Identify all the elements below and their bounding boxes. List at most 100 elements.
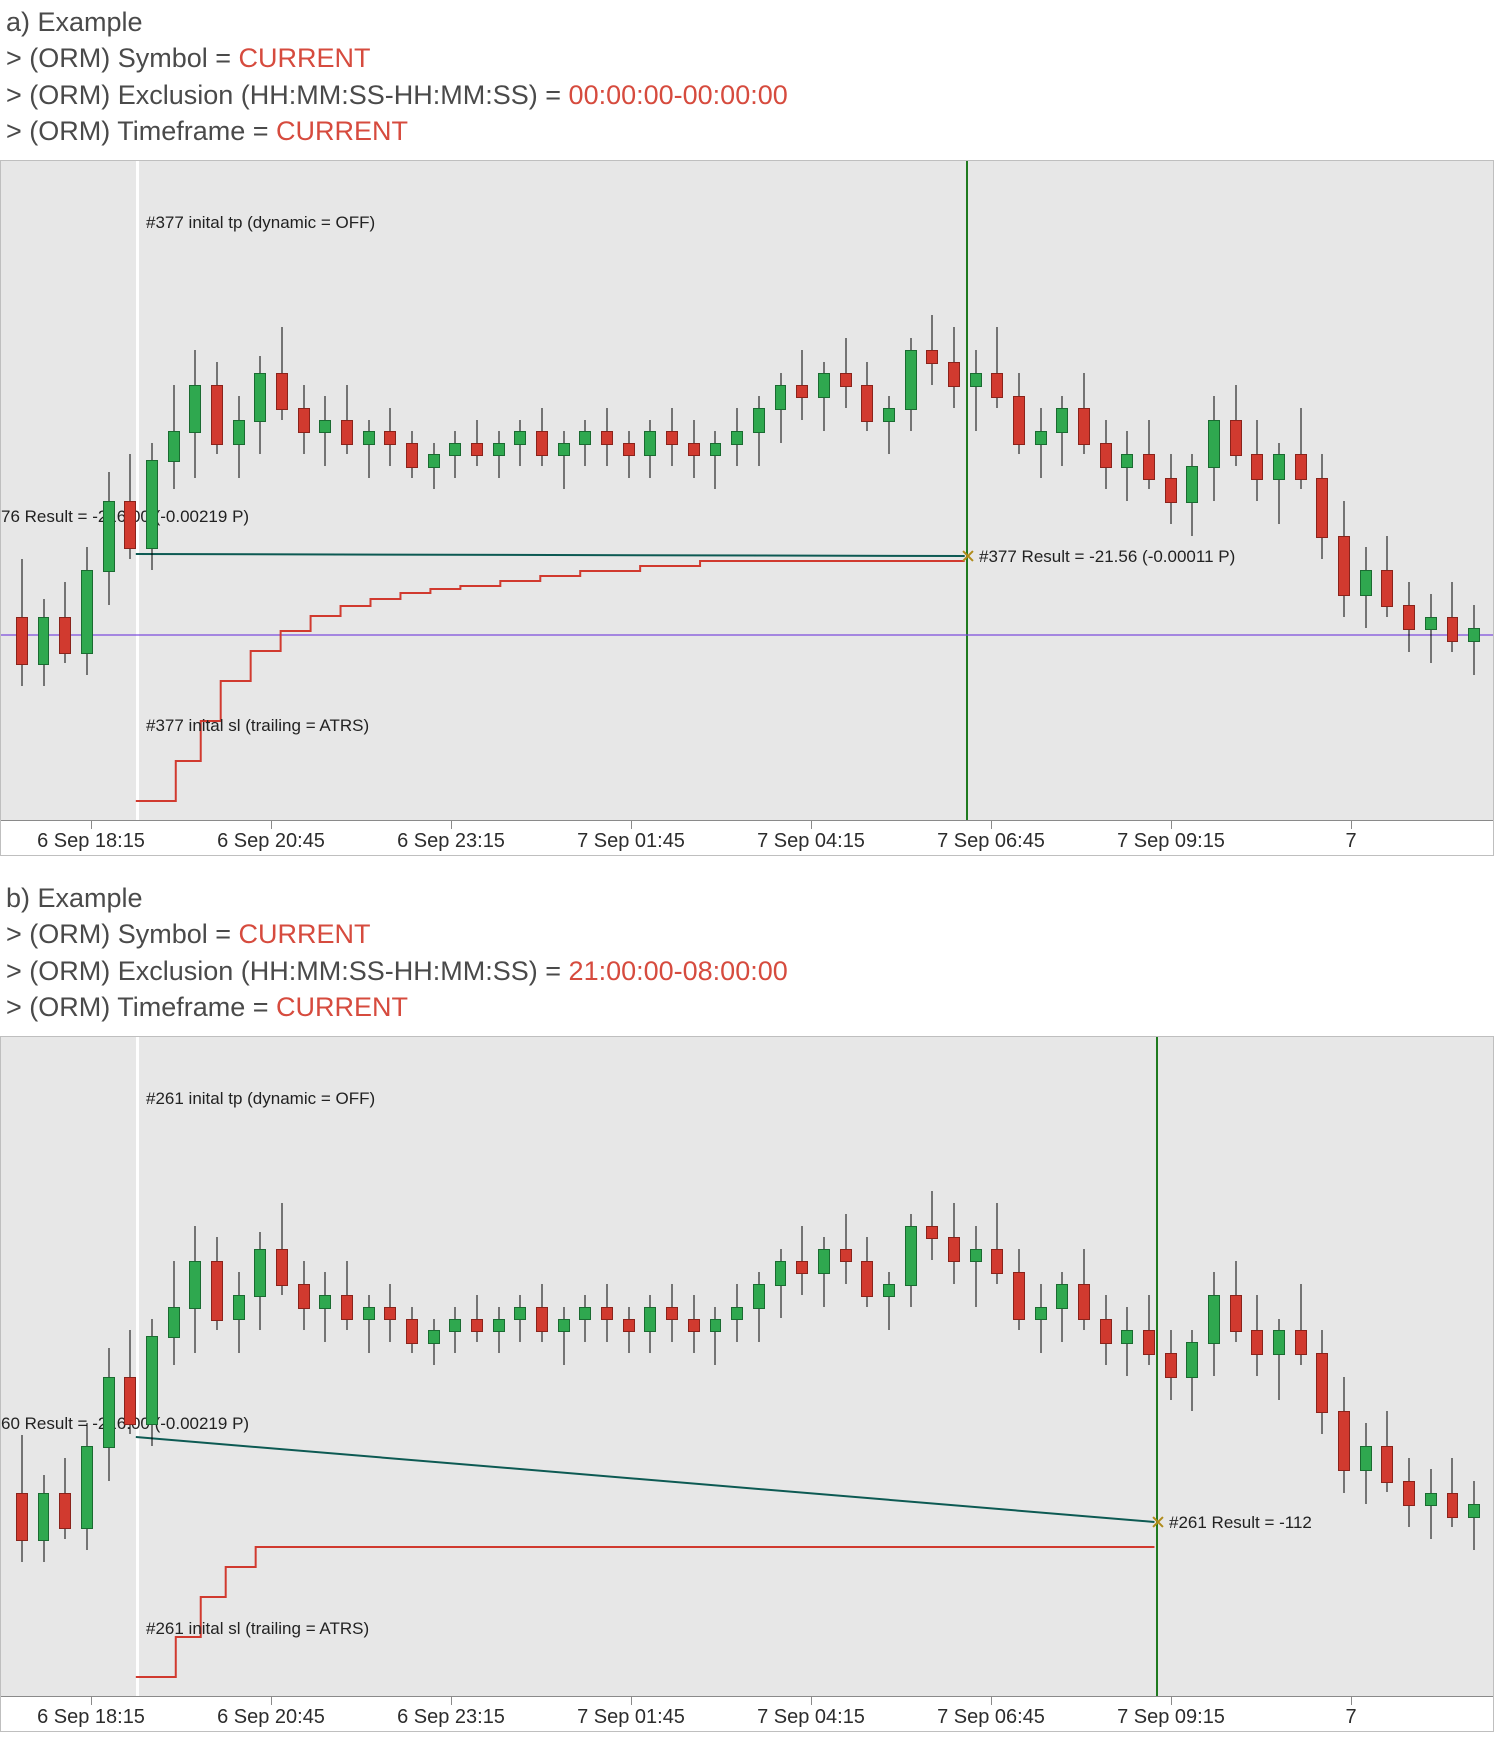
candle [666, 1037, 678, 1697]
x-tick-label: 7 [1345, 830, 1356, 853]
candle [536, 1037, 548, 1697]
candle [1251, 161, 1263, 821]
candle [1360, 1037, 1372, 1697]
candle [731, 161, 743, 821]
candle [1013, 1037, 1025, 1697]
example-b-param-0: > (ORM) Symbol = CURRENT [6, 916, 1488, 952]
chart-b-x-axis: 6 Sep 18:15 6 Sep 20:45 6 Sep 23:15 7 Se… [1, 1696, 1493, 1731]
example-b: b) Example > (ORM) Symbol = CURRENT > (O… [0, 876, 1494, 1732]
candle [883, 1037, 895, 1697]
example-a-header: a) Example > (ORM) Symbol = CURRENT > (O… [0, 0, 1494, 160]
candle [623, 161, 635, 821]
candle [579, 161, 591, 821]
example-a: a) Example > (ORM) Symbol = CURRENT > (O… [0, 0, 1494, 856]
candle [276, 1037, 288, 1697]
candle [905, 161, 917, 821]
candle [493, 1037, 505, 1697]
candle [558, 1037, 570, 1697]
candle [233, 1037, 245, 1697]
candle [254, 161, 266, 821]
candle [493, 161, 505, 821]
candle [1035, 1037, 1047, 1697]
candle [644, 161, 656, 821]
x-tick-label: 7 Sep 04:15 [757, 1706, 865, 1729]
candle [341, 161, 353, 821]
candle [1100, 1037, 1112, 1697]
candle [38, 161, 50, 821]
x-tick-label: 6 Sep 18:15 [37, 1706, 145, 1729]
candle [1403, 1037, 1415, 1697]
chart-a-plot[interactable]: #377 inital tp (dynamic = OFF) 76 Result… [1, 161, 1493, 821]
candle [775, 1037, 787, 1697]
candle [1425, 1037, 1437, 1697]
candle [710, 1037, 722, 1697]
candle [731, 1037, 743, 1697]
candle [666, 161, 678, 821]
candle [276, 161, 288, 821]
candle [1447, 1037, 1459, 1697]
candle [1468, 161, 1480, 821]
candle [341, 1037, 353, 1697]
candle [16, 1037, 28, 1697]
candle [1208, 1037, 1220, 1697]
candle [1165, 161, 1177, 821]
x-tick-label: 6 Sep 20:45 [217, 830, 325, 853]
candle [38, 1037, 50, 1697]
candle [1143, 1037, 1155, 1697]
example-a-param-0: > (ORM) Symbol = CURRENT [6, 40, 1488, 76]
x-tick-label: 7 Sep 06:45 [937, 1706, 1045, 1729]
example-a-param-2: > (ORM) Timeframe = CURRENT [6, 113, 1488, 149]
candle [298, 1037, 310, 1697]
candle [688, 1037, 700, 1697]
candle [1186, 1037, 1198, 1697]
candle [558, 161, 570, 821]
x-tick-label: 6 Sep 18:15 [37, 830, 145, 853]
candle [1208, 161, 1220, 821]
candle [948, 161, 960, 821]
candle [1273, 161, 1285, 821]
x-tick-label: 6 Sep 23:15 [397, 830, 505, 853]
candle [1295, 1037, 1307, 1697]
chart-a-x-axis: 6 Sep 18:15 6 Sep 20:45 6 Sep 23:15 7 Se… [1, 820, 1493, 855]
candle [363, 161, 375, 821]
chart-a[interactable]: #377 inital tp (dynamic = OFF) 76 Result… [0, 160, 1494, 856]
candle [146, 161, 158, 821]
candle [471, 1037, 483, 1697]
x-tick-label: 7 Sep 09:15 [1117, 1706, 1225, 1729]
candle [840, 1037, 852, 1697]
candle [970, 161, 982, 821]
candle [905, 1037, 917, 1697]
candle [233, 161, 245, 821]
candle [1165, 1037, 1177, 1697]
candle [16, 161, 28, 821]
candle [926, 1037, 938, 1697]
chart-b-plot[interactable]: #261 inital tp (dynamic = OFF) 60 Result… [1, 1037, 1493, 1697]
candle [254, 1037, 266, 1697]
candle [1100, 161, 1112, 821]
candle [775, 161, 787, 821]
example-b-title: b) Example [6, 880, 1488, 916]
candle [211, 161, 223, 821]
candle [818, 1037, 830, 1697]
candle [1381, 1037, 1393, 1697]
candle [103, 1037, 115, 1697]
x-tick-label: 7 Sep 04:15 [757, 830, 865, 853]
x-tick-label: 7 Sep 09:15 [1117, 830, 1225, 853]
candle [449, 161, 461, 821]
candle [861, 1037, 873, 1697]
candle [688, 161, 700, 821]
candle [384, 1037, 396, 1697]
candle [189, 1037, 201, 1697]
candle [1056, 1037, 1068, 1697]
candle [428, 161, 440, 821]
chart-b[interactable]: #261 inital tp (dynamic = OFF) 60 Result… [0, 1036, 1494, 1732]
candle [1338, 161, 1350, 821]
candle [926, 161, 938, 821]
candle [796, 161, 808, 821]
candle [948, 1037, 960, 1697]
candle [103, 161, 115, 821]
candle [168, 1037, 180, 1697]
candle [1338, 1037, 1350, 1697]
x-tick-label: 7 Sep 01:45 [577, 830, 685, 853]
candle [514, 1037, 526, 1697]
